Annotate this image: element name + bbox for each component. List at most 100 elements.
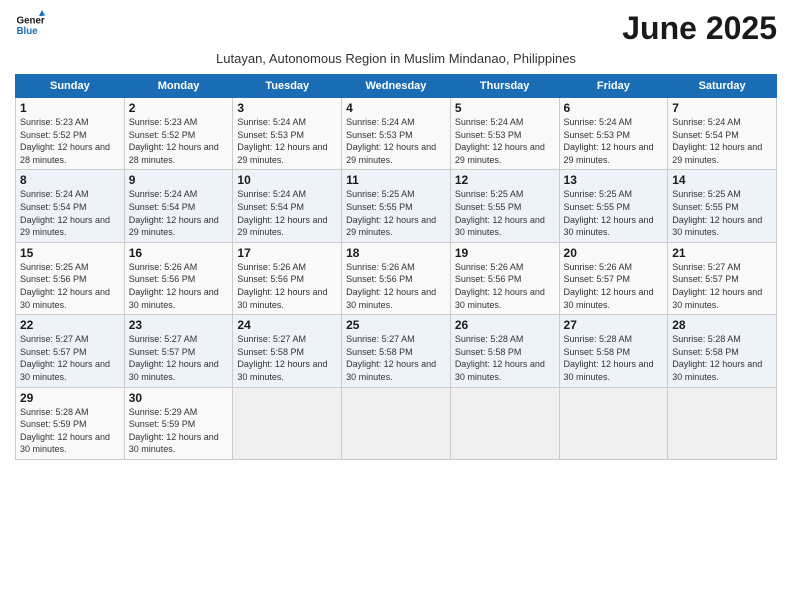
day-number: 5 xyxy=(455,101,555,115)
day-info: Sunrise: 5:23 AM Sunset: 5:52 PM Dayligh… xyxy=(20,116,120,166)
table-row: 18 Sunrise: 5:26 AM Sunset: 5:56 PM Dayl… xyxy=(342,242,451,314)
table-row: 21 Sunrise: 5:27 AM Sunset: 5:57 PM Dayl… xyxy=(668,242,777,314)
table-row xyxy=(233,387,342,459)
day-info: Sunrise: 5:28 AM Sunset: 5:58 PM Dayligh… xyxy=(672,333,772,383)
table-row: 1 Sunrise: 5:23 AM Sunset: 5:52 PM Dayli… xyxy=(16,98,125,170)
day-info: Sunrise: 5:25 AM Sunset: 5:55 PM Dayligh… xyxy=(564,188,664,238)
day-number: 21 xyxy=(672,246,772,260)
day-info: Sunrise: 5:27 AM Sunset: 5:58 PM Dayligh… xyxy=(346,333,446,383)
day-number: 3 xyxy=(237,101,337,115)
day-info: Sunrise: 5:26 AM Sunset: 5:56 PM Dayligh… xyxy=(129,261,229,311)
day-info: Sunrise: 5:26 AM Sunset: 5:56 PM Dayligh… xyxy=(346,261,446,311)
table-row: 4 Sunrise: 5:24 AM Sunset: 5:53 PM Dayli… xyxy=(342,98,451,170)
table-row: 26 Sunrise: 5:28 AM Sunset: 5:58 PM Dayl… xyxy=(450,315,559,387)
day-number: 9 xyxy=(129,173,229,187)
table-row xyxy=(559,387,668,459)
logo: General Blue xyxy=(15,10,45,40)
day-info: Sunrise: 5:24 AM Sunset: 5:54 PM Dayligh… xyxy=(672,116,772,166)
day-number: 8 xyxy=(20,173,120,187)
calendar-table: SundayMondayTuesdayWednesdayThursdayFrid… xyxy=(15,74,777,460)
day-info: Sunrise: 5:27 AM Sunset: 5:57 PM Dayligh… xyxy=(672,261,772,311)
day-number: 27 xyxy=(564,318,664,332)
table-row: 19 Sunrise: 5:26 AM Sunset: 5:56 PM Dayl… xyxy=(450,242,559,314)
table-row: 2 Sunrise: 5:23 AM Sunset: 5:52 PM Dayli… xyxy=(124,98,233,170)
table-row: 3 Sunrise: 5:24 AM Sunset: 5:53 PM Dayli… xyxy=(233,98,342,170)
day-header-saturday: Saturday xyxy=(668,75,777,98)
day-number: 15 xyxy=(20,246,120,260)
day-info: Sunrise: 5:29 AM Sunset: 5:59 PM Dayligh… xyxy=(129,406,229,456)
day-info: Sunrise: 5:24 AM Sunset: 5:54 PM Dayligh… xyxy=(129,188,229,238)
day-number: 16 xyxy=(129,246,229,260)
table-row: 8 Sunrise: 5:24 AM Sunset: 5:54 PM Dayli… xyxy=(16,170,125,242)
table-row: 27 Sunrise: 5:28 AM Sunset: 5:58 PM Dayl… xyxy=(559,315,668,387)
day-number: 14 xyxy=(672,173,772,187)
table-row: 9 Sunrise: 5:24 AM Sunset: 5:54 PM Dayli… xyxy=(124,170,233,242)
table-row xyxy=(342,387,451,459)
day-info: Sunrise: 5:26 AM Sunset: 5:56 PM Dayligh… xyxy=(455,261,555,311)
day-info: Sunrise: 5:26 AM Sunset: 5:56 PM Dayligh… xyxy=(237,261,337,311)
day-number: 20 xyxy=(564,246,664,260)
table-row xyxy=(450,387,559,459)
day-header-thursday: Thursday xyxy=(450,75,559,98)
month-title: June 2025 xyxy=(622,10,777,47)
day-number: 11 xyxy=(346,173,446,187)
table-row: 29 Sunrise: 5:28 AM Sunset: 5:59 PM Dayl… xyxy=(16,387,125,459)
table-row: 14 Sunrise: 5:25 AM Sunset: 5:55 PM Dayl… xyxy=(668,170,777,242)
svg-text:Blue: Blue xyxy=(17,26,39,37)
day-header-wednesday: Wednesday xyxy=(342,75,451,98)
day-info: Sunrise: 5:26 AM Sunset: 5:57 PM Dayligh… xyxy=(564,261,664,311)
table-row: 11 Sunrise: 5:25 AM Sunset: 5:55 PM Dayl… xyxy=(342,170,451,242)
day-info: Sunrise: 5:24 AM Sunset: 5:54 PM Dayligh… xyxy=(237,188,337,238)
table-row: 28 Sunrise: 5:28 AM Sunset: 5:58 PM Dayl… xyxy=(668,315,777,387)
day-info: Sunrise: 5:25 AM Sunset: 5:55 PM Dayligh… xyxy=(346,188,446,238)
day-number: 4 xyxy=(346,101,446,115)
logo-icon: General Blue xyxy=(15,10,45,40)
day-number: 10 xyxy=(237,173,337,187)
table-row xyxy=(668,387,777,459)
day-number: 30 xyxy=(129,391,229,405)
table-row: 25 Sunrise: 5:27 AM Sunset: 5:58 PM Dayl… xyxy=(342,315,451,387)
day-info: Sunrise: 5:28 AM Sunset: 5:58 PM Dayligh… xyxy=(455,333,555,383)
day-number: 26 xyxy=(455,318,555,332)
day-number: 13 xyxy=(564,173,664,187)
day-number: 28 xyxy=(672,318,772,332)
day-info: Sunrise: 5:24 AM Sunset: 5:54 PM Dayligh… xyxy=(20,188,120,238)
table-row: 24 Sunrise: 5:27 AM Sunset: 5:58 PM Dayl… xyxy=(233,315,342,387)
day-info: Sunrise: 5:24 AM Sunset: 5:53 PM Dayligh… xyxy=(455,116,555,166)
day-info: Sunrise: 5:24 AM Sunset: 5:53 PM Dayligh… xyxy=(237,116,337,166)
table-row: 22 Sunrise: 5:27 AM Sunset: 5:57 PM Dayl… xyxy=(16,315,125,387)
table-row: 15 Sunrise: 5:25 AM Sunset: 5:56 PM Dayl… xyxy=(16,242,125,314)
day-info: Sunrise: 5:27 AM Sunset: 5:57 PM Dayligh… xyxy=(129,333,229,383)
day-info: Sunrise: 5:28 AM Sunset: 5:59 PM Dayligh… xyxy=(20,406,120,456)
table-row: 17 Sunrise: 5:26 AM Sunset: 5:56 PM Dayl… xyxy=(233,242,342,314)
day-info: Sunrise: 5:28 AM Sunset: 5:58 PM Dayligh… xyxy=(564,333,664,383)
calendar-subtitle: Lutayan, Autonomous Region in Muslim Min… xyxy=(15,51,777,66)
day-info: Sunrise: 5:25 AM Sunset: 5:55 PM Dayligh… xyxy=(672,188,772,238)
day-number: 29 xyxy=(20,391,120,405)
day-number: 17 xyxy=(237,246,337,260)
day-number: 12 xyxy=(455,173,555,187)
page-header: General Blue June 2025 xyxy=(15,10,777,47)
day-info: Sunrise: 5:25 AM Sunset: 5:56 PM Dayligh… xyxy=(20,261,120,311)
table-row: 13 Sunrise: 5:25 AM Sunset: 5:55 PM Dayl… xyxy=(559,170,668,242)
day-number: 6 xyxy=(564,101,664,115)
table-row: 30 Sunrise: 5:29 AM Sunset: 5:59 PM Dayl… xyxy=(124,387,233,459)
day-number: 24 xyxy=(237,318,337,332)
day-info: Sunrise: 5:24 AM Sunset: 5:53 PM Dayligh… xyxy=(346,116,446,166)
day-number: 1 xyxy=(20,101,120,115)
table-row: 23 Sunrise: 5:27 AM Sunset: 5:57 PM Dayl… xyxy=(124,315,233,387)
day-header-sunday: Sunday xyxy=(16,75,125,98)
day-number: 18 xyxy=(346,246,446,260)
day-number: 23 xyxy=(129,318,229,332)
table-row: 6 Sunrise: 5:24 AM Sunset: 5:53 PM Dayli… xyxy=(559,98,668,170)
svg-text:General: General xyxy=(17,16,46,27)
day-info: Sunrise: 5:27 AM Sunset: 5:58 PM Dayligh… xyxy=(237,333,337,383)
table-row: 10 Sunrise: 5:24 AM Sunset: 5:54 PM Dayl… xyxy=(233,170,342,242)
table-row: 20 Sunrise: 5:26 AM Sunset: 5:57 PM Dayl… xyxy=(559,242,668,314)
day-info: Sunrise: 5:27 AM Sunset: 5:57 PM Dayligh… xyxy=(20,333,120,383)
day-number: 7 xyxy=(672,101,772,115)
day-header-monday: Monday xyxy=(124,75,233,98)
table-row: 12 Sunrise: 5:25 AM Sunset: 5:55 PM Dayl… xyxy=(450,170,559,242)
day-info: Sunrise: 5:25 AM Sunset: 5:55 PM Dayligh… xyxy=(455,188,555,238)
day-info: Sunrise: 5:24 AM Sunset: 5:53 PM Dayligh… xyxy=(564,116,664,166)
